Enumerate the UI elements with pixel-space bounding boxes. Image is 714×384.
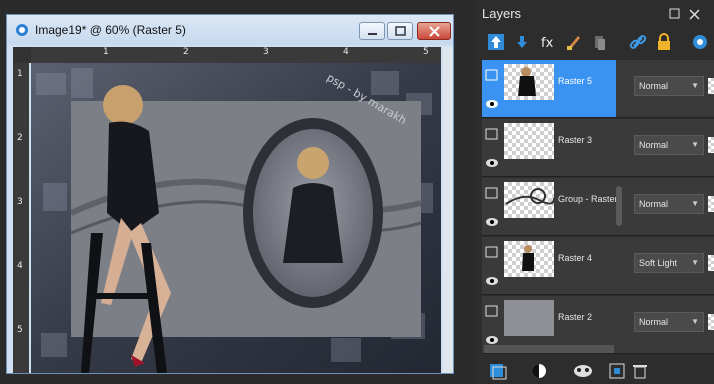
- panel-title: Layers: [482, 6, 522, 21]
- ruler-number: 1: [103, 47, 109, 57]
- vertical-ruler: 1 2 3 4 5: [13, 63, 29, 373]
- lock-icon[interactable]: [654, 32, 674, 52]
- layers-toolbar: fx: [480, 28, 714, 58]
- paint-icon[interactable]: [564, 32, 584, 52]
- blend-mode-dropdown[interactable]: Normal ▼: [634, 135, 704, 155]
- layer-visibility-icon[interactable]: [484, 64, 500, 114]
- mask-thumbnail: [708, 255, 714, 271]
- layer-properties: Normal ▼: [622, 296, 714, 353]
- mask-thumbnail: [708, 137, 714, 153]
- layer-name: Raster 4: [558, 253, 593, 263]
- mask-thumbnail: [708, 314, 714, 330]
- layer-properties: Soft Light ▼: [622, 237, 714, 294]
- panel-options-icon[interactable]: [668, 7, 708, 21]
- ruler-number: 3: [17, 197, 23, 207]
- adjustment-layer-icon[interactable]: [530, 362, 550, 380]
- layer-thumbnail: [504, 300, 554, 336]
- visibility-icon[interactable]: [688, 32, 708, 52]
- new-layer-icon[interactable]: [488, 362, 508, 380]
- layers-panel: Layers fx Raster 5 Normal ▼ Raster 3 Nor…: [474, 0, 714, 384]
- layer-row-raster-3[interactable]: Raster 3 Normal ▼: [482, 119, 714, 177]
- ruler-number: 4: [343, 47, 349, 57]
- layer-thumbnail: [504, 64, 554, 100]
- blend-mode-dropdown[interactable]: Normal ▼: [634, 312, 704, 332]
- document-window: Image19* @ 60% (Raster 5) 1 2 3 4 5 1 2 …: [6, 14, 454, 374]
- chevron-down-icon: ▼: [691, 81, 699, 90]
- blend-mode-value: Normal: [639, 81, 669, 91]
- close-button[interactable]: [417, 22, 451, 40]
- svg-text:fx: fx: [541, 36, 554, 51]
- ruler-number: 4: [17, 261, 23, 271]
- layer-name: Raster 2: [558, 312, 593, 322]
- layer-name: Group - Raster: [558, 194, 616, 204]
- layer-thumbnail: [504, 241, 554, 277]
- mask-icon[interactable]: [572, 362, 594, 380]
- blend-mode-value: Normal: [639, 199, 669, 209]
- layer-row-raster-5[interactable]: Raster 5 Normal ▼: [482, 60, 714, 118]
- layer-visibility-icon[interactable]: [484, 182, 500, 232]
- blend-mode-value: Normal: [639, 140, 669, 150]
- layer-name: Raster 5: [558, 76, 593, 86]
- document-title-bar[interactable]: Image19* @ 60% (Raster 5): [7, 15, 453, 45]
- chevron-down-icon: ▼: [691, 199, 699, 208]
- layer-thumbnail: [504, 182, 555, 218]
- vertical-scrollbar[interactable]: [443, 47, 453, 373]
- mask-thumbnail: [708, 78, 714, 94]
- layer-row-raster-4[interactable]: Raster 4 Soft Light ▼: [482, 237, 714, 295]
- layer-name-area[interactable]: Raster 4: [482, 237, 616, 294]
- chevron-down-icon: ▼: [691, 258, 699, 267]
- layers-bottom-toolbar: [480, 358, 714, 384]
- blend-mode-dropdown[interactable]: Normal ▼: [634, 194, 704, 214]
- psp-app-icon: [16, 24, 28, 36]
- layer-row-group-raster[interactable]: Group - Raster Normal ▼: [482, 178, 714, 236]
- layer-visibility-icon[interactable]: [484, 241, 500, 291]
- horizontal-ruler: 1 2 3 4 5: [31, 47, 441, 63]
- ruler-corner: [13, 47, 31, 63]
- new-vector-layer-icon[interactable]: [512, 32, 532, 52]
- document-title: Image19* @ 60% (Raster 5): [35, 23, 186, 37]
- ruler-number: 2: [183, 47, 189, 57]
- new-raster-layer-icon[interactable]: [486, 32, 506, 52]
- minimize-button[interactable]: [359, 22, 385, 40]
- ruler-number: 5: [17, 325, 23, 335]
- ruler-number: 5: [423, 47, 429, 57]
- blend-mode-value: Soft Light: [639, 258, 678, 268]
- horizontal-scrollbar[interactable]: [484, 345, 614, 353]
- panel-splitter[interactable]: [616, 186, 622, 226]
- mask-thumbnail: [708, 196, 714, 212]
- layer-properties: Normal ▼: [622, 119, 714, 176]
- maximize-button[interactable]: [387, 22, 413, 40]
- image-canvas[interactable]: psp - by marakh: [31, 63, 441, 373]
- layer-thumbnail: [504, 123, 554, 159]
- layer-visibility-icon[interactable]: [484, 123, 500, 173]
- ruler-number: 2: [17, 133, 23, 143]
- layer-name-area[interactable]: Raster 5: [482, 60, 616, 117]
- layer-properties: Normal ▼: [622, 178, 714, 235]
- ruler-number: 3: [263, 47, 269, 57]
- layer-name-area[interactable]: Group - Raster: [482, 178, 616, 235]
- delete-layer-icon[interactable]: [630, 362, 650, 380]
- layer-name: Raster 3: [558, 135, 593, 145]
- chevron-down-icon: ▼: [691, 317, 699, 326]
- link-icon[interactable]: [628, 32, 648, 52]
- duplicate-icon[interactable]: [590, 32, 610, 52]
- blend-mode-dropdown[interactable]: Soft Light ▼: [634, 253, 704, 273]
- blend-mode-dropdown[interactable]: Normal ▼: [634, 76, 704, 96]
- layer-name-area[interactable]: Raster 3: [482, 119, 616, 176]
- chevron-down-icon: ▼: [691, 140, 699, 149]
- ruler-number: 1: [17, 69, 23, 79]
- panel-header-controls: [668, 6, 708, 25]
- layer-properties: Normal ▼: [622, 60, 714, 117]
- new-mask-layer-icon[interactable]: fx: [538, 32, 558, 52]
- blend-mode-value: Normal: [639, 317, 669, 327]
- merge-icon[interactable]: [608, 362, 628, 380]
- layer-visibility-icon[interactable]: [484, 300, 500, 350]
